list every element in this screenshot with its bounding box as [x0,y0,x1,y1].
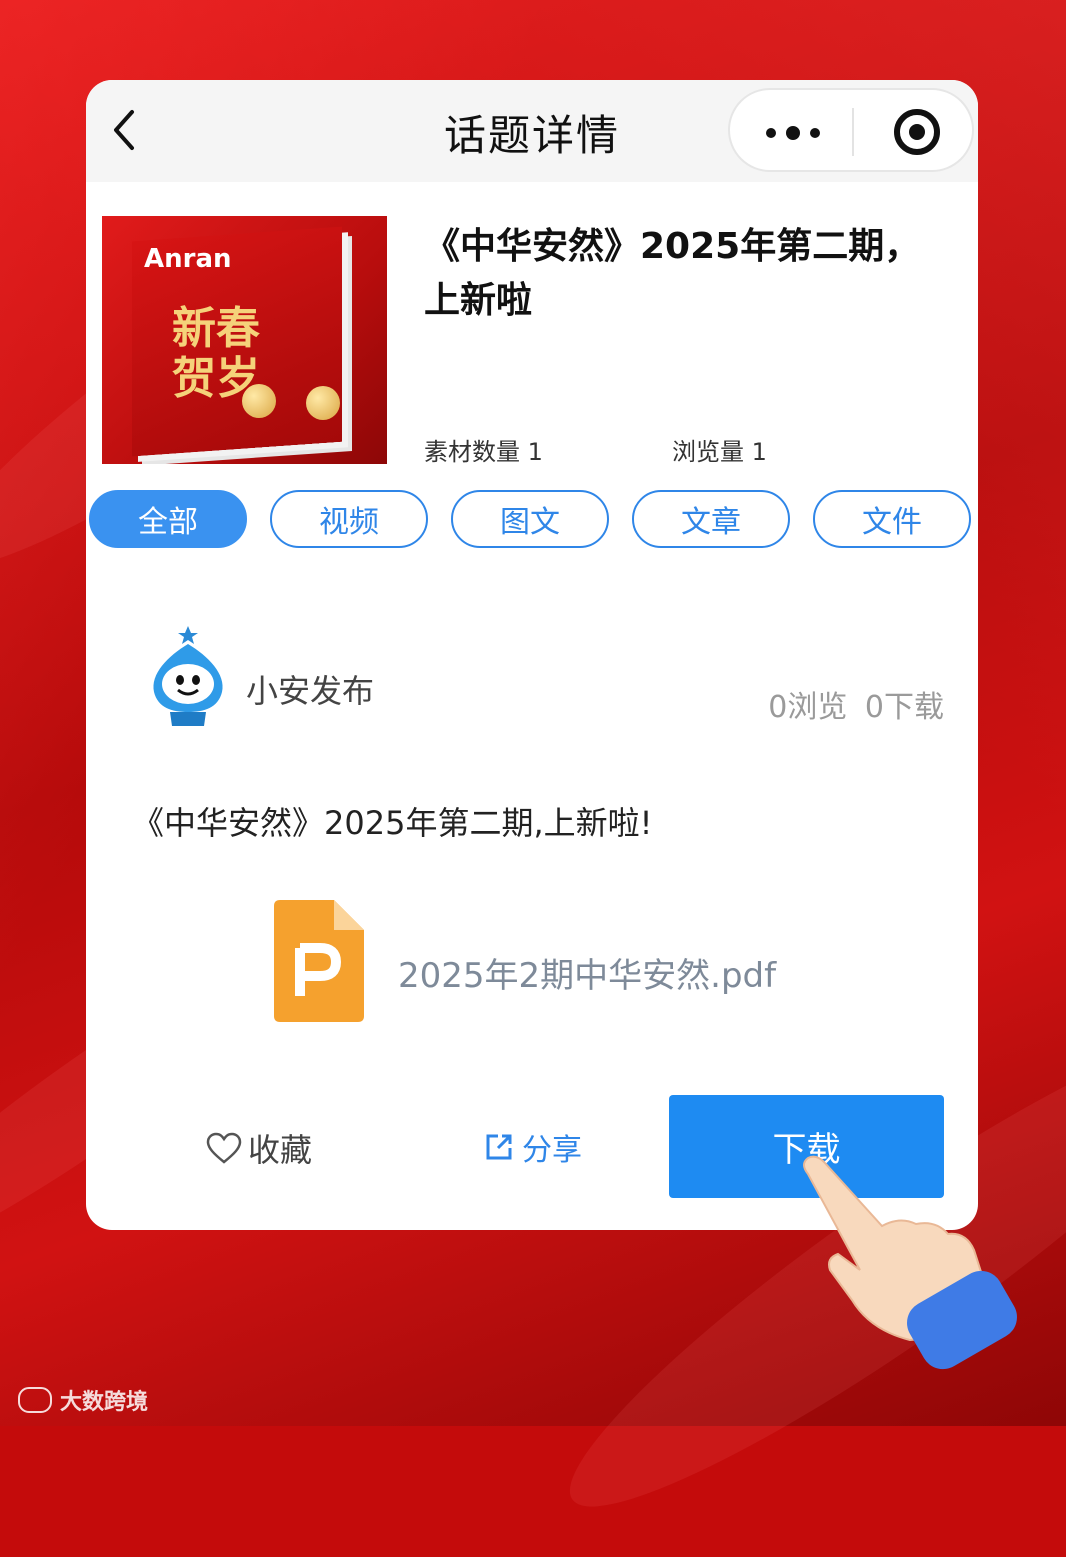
tab-image-text[interactable]: 图文 [451,490,609,548]
post-author-row: 小安发布 0浏览 0下载 [146,626,946,726]
capsule-divider [852,108,854,156]
share-icon [486,1134,512,1160]
author-name: 小安发布 [246,672,375,710]
miniprogram-capsule [728,88,974,172]
post-text: 《中华安然》2025年第二期,上新啦! [132,804,653,842]
pointing-hand-illustration [803,1155,1017,1370]
gold-coin-decoration [242,384,276,418]
heart-icon [206,1132,242,1164]
file-attachment[interactable]: 2025年2期中华安然.pdf [274,900,874,1024]
favorite-button[interactable]: 收藏 [206,1125,312,1171]
topic-detail-card: 话题详情 Anran 新春贺岁 《中华安然》2025年第二期，上新啦 素材数量 … [86,80,978,1230]
filter-tabs: 全部 视频 图文 文章 文件 [89,490,978,552]
watermark-logo-icon [18,1387,52,1413]
more-options-icon[interactable] [766,126,820,140]
view-count: 浏览量 1 [672,438,767,466]
close-miniprogram-icon[interactable] [894,109,940,155]
topic-header: Anran 新春贺岁 《中华安然》2025年第二期，上新啦 素材数量 1 浏览量… [102,216,962,466]
ppt-file-icon [274,900,364,1022]
share-label: 分享 [522,1133,582,1168]
mascot-avatar[interactable] [146,626,230,726]
file-name: 2025年2期中华安然.pdf [398,956,777,996]
magazine-cover-image: Anran 新春贺岁 [102,216,387,464]
tab-all[interactable]: 全部 [89,490,247,548]
cover-brand-text: Anran [144,244,232,274]
tab-video[interactable]: 视频 [270,490,428,548]
share-button[interactable]: 分享 [484,1125,582,1169]
tab-article[interactable]: 文章 [632,490,790,548]
tab-file[interactable]: 文件 [813,490,971,548]
favorite-label: 收藏 [248,1131,313,1169]
topic-title: 《中华安然》2025年第二期，上新啦 [424,226,921,321]
material-count: 素材数量 1 [424,438,543,466]
watermark: 大数跨境 [18,1384,148,1416]
gold-coin-decoration [306,386,340,420]
post-view-download-counts: 0浏览 0下载 [768,690,944,725]
nav-bar: 话题详情 [86,80,978,182]
